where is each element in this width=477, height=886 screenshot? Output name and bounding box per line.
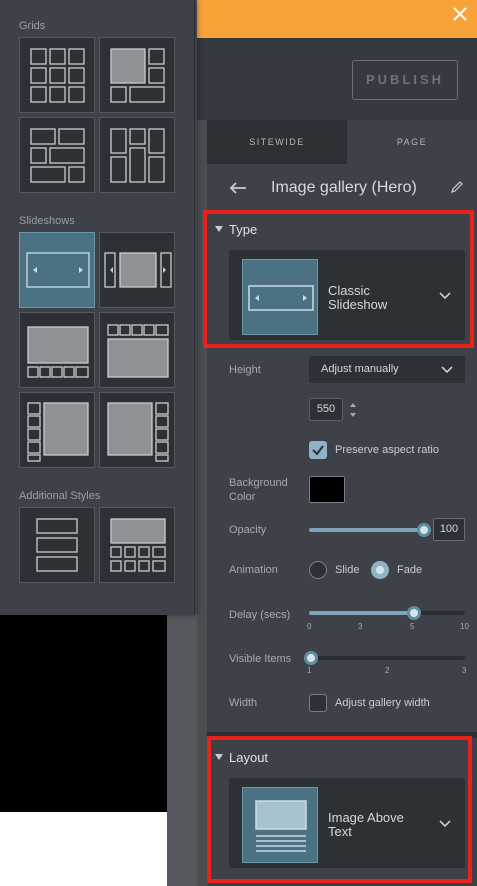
canvas-black-area: [0, 615, 167, 812]
slideshow-thumbs-below-icon: [27, 326, 89, 378]
panel-tabs: SITEWIDE PAGE: [207, 120, 477, 164]
opacity-slider-knob[interactable]: [417, 523, 431, 537]
toolbar: PUBLISH: [197, 38, 477, 120]
grid-bricks-icon: [30, 128, 85, 183]
animation-fade-radio[interactable]: [371, 561, 389, 579]
grid-featured-icon: [110, 48, 165, 103]
tab-page[interactable]: PAGE: [347, 120, 477, 164]
adjust-gallery-width-label: Adjust gallery width: [335, 697, 430, 709]
width-label: Width: [229, 697, 258, 709]
delay-tick-10: 10: [460, 622, 469, 631]
grid-style-masonry[interactable]: [99, 117, 175, 193]
visible-items-label: Visible Items: [229, 653, 292, 665]
slideshow-style-thumbs-below[interactable]: [19, 312, 95, 388]
additional-style-featured-grid[interactable]: [99, 507, 175, 583]
visible-items-slider-knob[interactable]: [304, 651, 318, 665]
height-value-input[interactable]: 550: [309, 398, 343, 421]
stacked-rows-icon: [36, 518, 78, 572]
grid-style-bricks[interactable]: [19, 117, 95, 193]
opacity-slider[interactable]: [309, 523, 431, 537]
canvas-white-area: [0, 812, 167, 886]
check-icon: [312, 445, 324, 456]
grid-style-featured[interactable]: [99, 37, 175, 113]
height-label: Height: [229, 364, 261, 376]
layout-highlight-box: [207, 736, 472, 883]
delay-label: Delay (secs): [229, 609, 291, 621]
tab-sitewide[interactable]: SITEWIDE: [207, 120, 347, 164]
grid-style-3x3[interactable]: [19, 37, 95, 113]
chevron-down-icon: [441, 366, 453, 374]
slideshow-style-peek[interactable]: [99, 232, 175, 308]
additional-styles-heading: Additional Styles: [19, 490, 101, 502]
slideshow-classic-icon: [26, 252, 90, 288]
delay-tick-5: 5: [410, 622, 415, 631]
animation-fade-label: Fade: [397, 564, 423, 576]
slideshow-thumbs-above-icon: [107, 324, 169, 378]
slideshow-style-thumbs-right[interactable]: [99, 392, 175, 468]
visible-items-slider[interactable]: [304, 651, 465, 665]
visible-items-tick-2: 2: [385, 666, 390, 675]
delay-slider-knob[interactable]: [407, 606, 421, 620]
animation-slide-radio[interactable]: [309, 561, 327, 579]
delay-tick-0: 0: [307, 622, 312, 631]
preserve-aspect-label: Preserve aspect ratio: [335, 444, 439, 456]
background-color-label-line1: Background: [229, 477, 288, 489]
opacity-slider-fill: [309, 528, 422, 532]
opacity-value-input[interactable]: 100: [433, 518, 465, 541]
adjust-gallery-width-checkbox[interactable]: [309, 694, 327, 712]
height-stepper-arrows-icon[interactable]: [349, 400, 357, 420]
preserve-aspect-checkbox[interactable]: [309, 441, 327, 459]
slideshow-style-thumbs-left[interactable]: [19, 392, 95, 468]
height-mode-dropdown[interactable]: Adjust manually: [309, 356, 465, 383]
opacity-label: Opacity: [229, 524, 267, 536]
grid-masonry-icon: [110, 128, 165, 183]
animation-slide-label: Slide: [335, 564, 360, 576]
gallery-style-picker: Grids Slideshows Additional Styles: [0, 0, 195, 615]
grid-3x3-icon: [30, 48, 85, 103]
slideshow-thumbs-left-icon: [27, 402, 89, 462]
delay-tick-3: 3: [358, 622, 363, 631]
publish-button[interactable]: PUBLISH: [352, 60, 458, 100]
delay-slider[interactable]: [309, 606, 465, 620]
slideshow-style-classic[interactable]: [19, 232, 95, 308]
slideshow-peek-icon: [104, 252, 172, 288]
additional-style-stacked[interactable]: [19, 507, 95, 583]
visible-items-tick-3: 3: [462, 666, 467, 675]
slideshow-style-thumbs-above[interactable]: [99, 312, 175, 388]
panel-header: Image gallery (Hero): [207, 164, 477, 212]
background-color-swatch[interactable]: [309, 476, 345, 503]
animation-label: Animation: [229, 564, 278, 576]
type-highlight-box: [203, 210, 474, 348]
grids-heading: Grids: [19, 20, 46, 32]
height-mode-value: Adjust manually: [321, 363, 399, 375]
visible-items-tick-1: 1: [307, 666, 312, 675]
slideshows-heading: Slideshows: [19, 215, 75, 227]
delay-slider-fill: [309, 611, 413, 615]
back-arrow-icon[interactable]: [229, 182, 247, 194]
background-color-label-line2: Color: [229, 491, 256, 503]
panel-title: Image gallery (Hero): [271, 179, 417, 196]
top-bar: [197, 0, 477, 38]
pencil-icon[interactable]: [450, 180, 464, 194]
slideshow-thumbs-right-icon: [107, 402, 169, 462]
close-icon[interactable]: [452, 6, 468, 22]
featured-grid-icon: [110, 518, 166, 572]
